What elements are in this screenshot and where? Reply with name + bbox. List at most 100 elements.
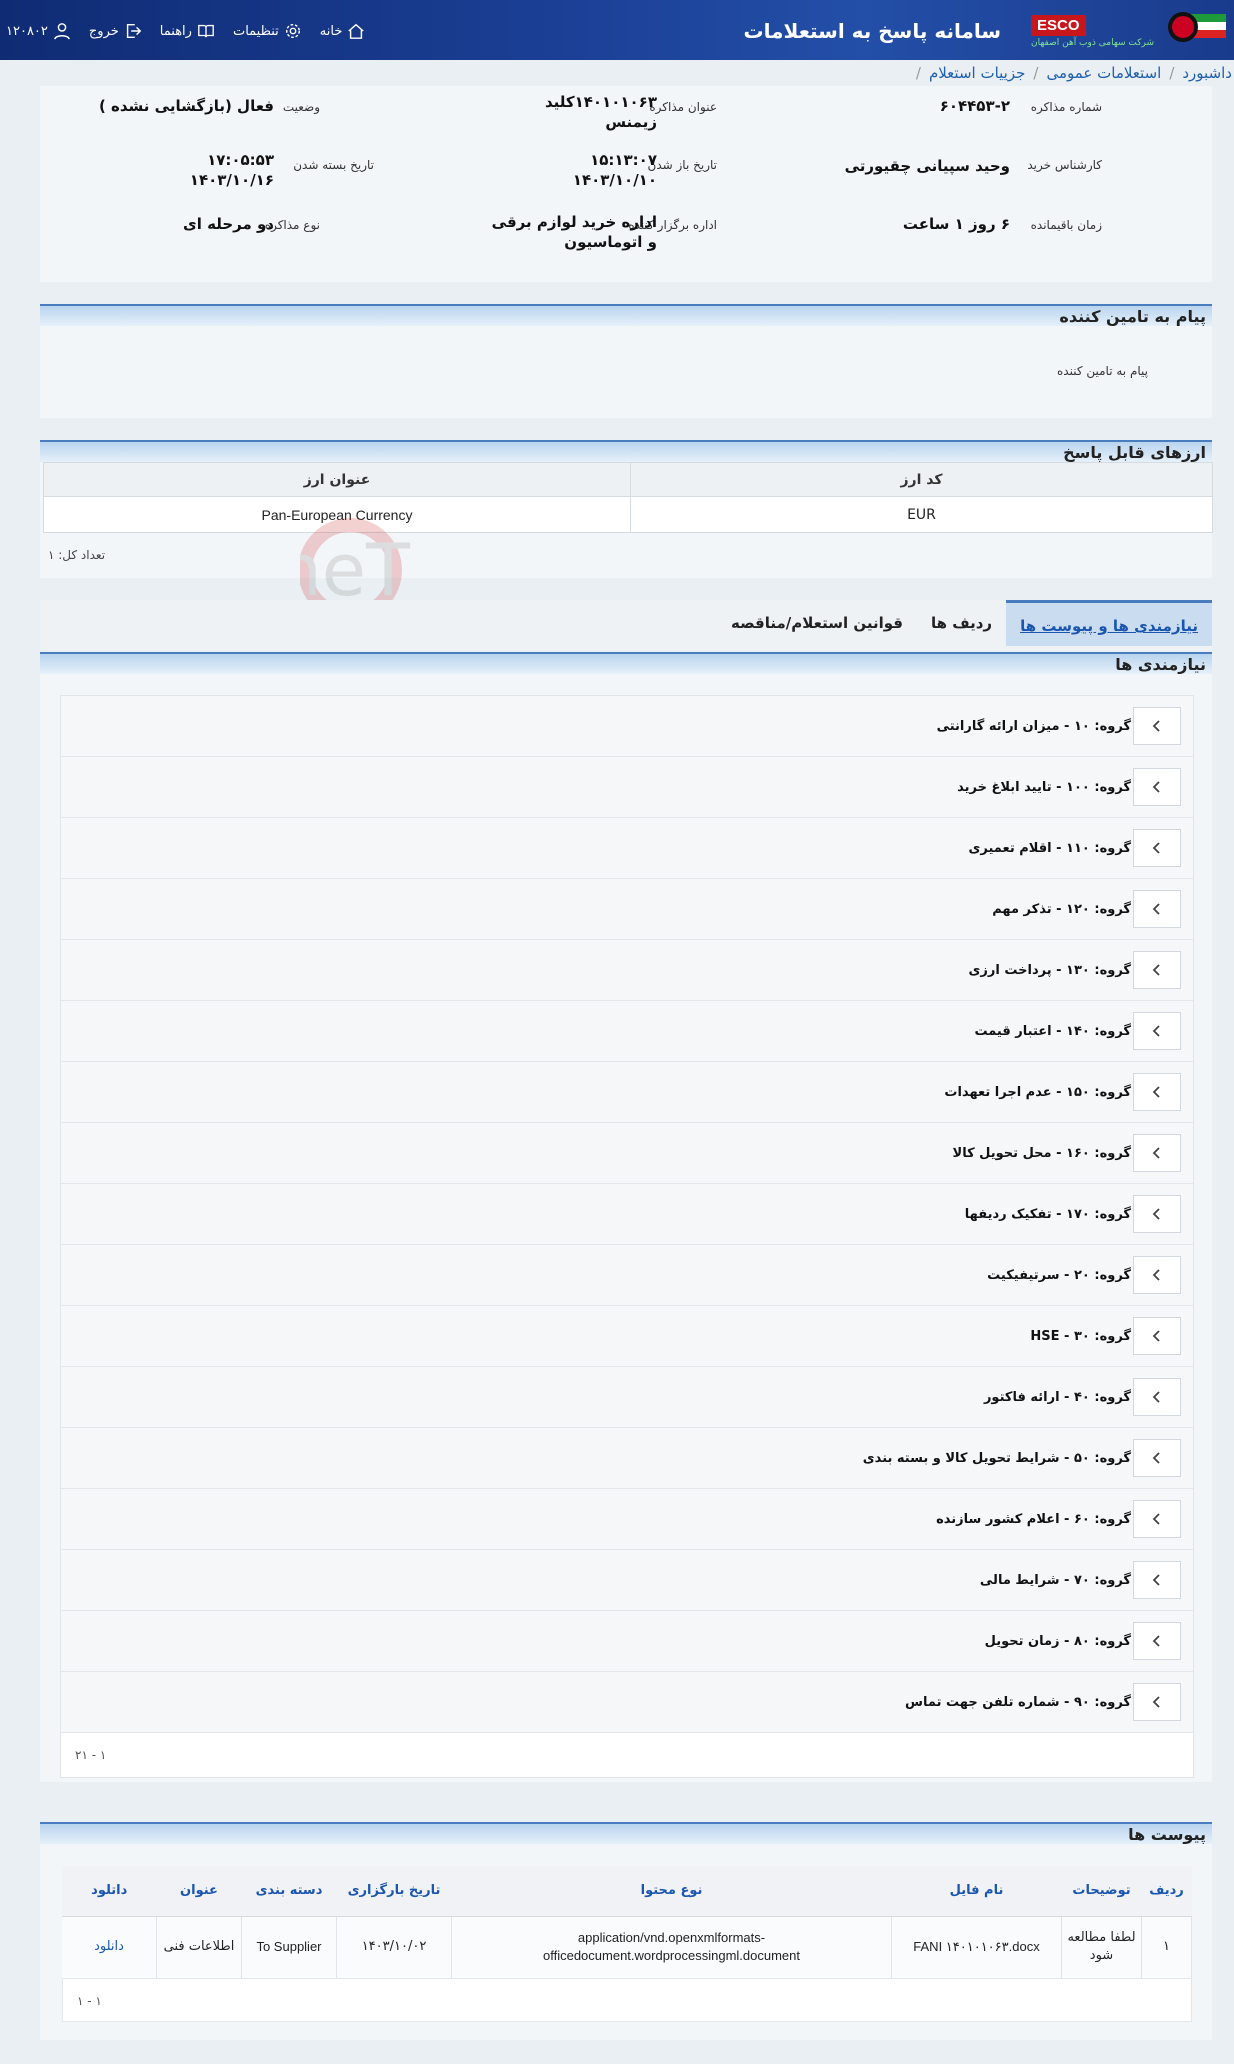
- list-item[interactable]: گروه: ۸۰ - زمان تحویل: [61, 1611, 1193, 1672]
- chevron-left-icon: [1152, 1330, 1160, 1342]
- expand-button[interactable]: [1133, 1439, 1181, 1477]
- column-header-content-type[interactable]: نوع محتوا: [451, 1866, 892, 1917]
- requirements-list: گروه: ۱۰ - میزان ارائه گارانتی گروه: ۱۰۰…: [60, 695, 1194, 1778]
- chevron-left-icon: [1152, 720, 1160, 732]
- breadcrumb-inquiry-details[interactable]: جزییات استعلام: [929, 64, 1025, 82]
- breadcrumb: داشبورد / استعلامات عمومی / جزییات استعل…: [0, 60, 1234, 86]
- list-item[interactable]: گروه: ۲۰ - سرتیفیکیت: [61, 1245, 1193, 1306]
- close-time-value: ۱۷:۰۵:۵۳: [207, 151, 274, 169]
- chevron-left-icon: [1152, 1025, 1160, 1037]
- expand-button[interactable]: [1133, 951, 1181, 989]
- expand-button[interactable]: [1133, 1500, 1181, 1538]
- tab-rules[interactable]: قوانین استعلام/مناقصه: [717, 600, 917, 646]
- group-label: گروه: ۱۳۰ - پرداخت ارزی: [968, 962, 1132, 978]
- expand-button[interactable]: [1133, 1195, 1181, 1233]
- open-date-value: ۱۴۰۳/۱۰/۱۰: [572, 171, 657, 189]
- negotiation-type-value: دو مرحله ای: [182, 215, 274, 233]
- expand-button[interactable]: [1133, 1683, 1181, 1721]
- expand-button[interactable]: [1133, 707, 1181, 745]
- table-row[interactable]: ۱ لطفا مطالعه شود FANI ۱۴۰۱۰۱۰۶۳.docx ap…: [62, 1916, 1192, 1978]
- logout-button[interactable]: خروج: [89, 22, 142, 40]
- breadcrumb-public-inquiries[interactable]: استعلامات عمومی: [1046, 64, 1161, 82]
- attachment-title-cell: اطلاعات فنی: [156, 1916, 242, 1978]
- negotiation-number-label: شماره مذاکره: [1030, 100, 1102, 114]
- status-label: وضعیت: [282, 100, 320, 114]
- group-label: گروه: ۷۰ - شرایط مالی: [979, 1572, 1131, 1588]
- column-header-download[interactable]: داتلود: [62, 1866, 157, 1917]
- attachment-description-cell: لطفا مطالعه شود: [1061, 1916, 1142, 1978]
- help-button[interactable]: راهنما: [160, 22, 215, 40]
- chevron-left-icon: [1152, 1696, 1160, 1708]
- group-label: گروه: ۱۶۰ - محل تحویل کالا: [952, 1145, 1131, 1161]
- download-link[interactable]: دانلود: [62, 1916, 157, 1978]
- chevron-left-icon: [1152, 1208, 1160, 1220]
- remaining-time-label: زمان باقیمانده: [1030, 218, 1102, 232]
- group-label: گروه: ۱۷۰ - تفکیک ردیفها: [964, 1206, 1131, 1222]
- column-header-code[interactable]: کد ارز: [630, 462, 1213, 497]
- tab-requirements-attachments[interactable]: نیازمندی ها و پیوست ها: [1006, 600, 1212, 646]
- list-item[interactable]: گروه: ۱۱۰ - اقلام تعمیری: [61, 818, 1193, 879]
- column-header-upload-date[interactable]: تاریخ بارگزاری: [336, 1866, 452, 1917]
- list-item[interactable]: گروه: ۵۰ - شرایط تحویل کالا و بسته بندی: [61, 1428, 1193, 1489]
- attachments-pager: ۱ - ۱: [62, 1978, 1192, 2022]
- brand-subtitle: شرکت سهامی ذوب آهن اصفهان: [1031, 37, 1154, 48]
- chevron-left-icon: [1152, 1452, 1160, 1464]
- group-label: گروه: ۱۰۰ - تایید ابلاغ خرید: [957, 779, 1131, 795]
- column-header-file-name[interactable]: نام فایل: [891, 1866, 1062, 1917]
- expand-button[interactable]: [1133, 1134, 1181, 1172]
- expand-button[interactable]: [1133, 890, 1181, 928]
- breadcrumb-separator: /: [915, 64, 921, 82]
- table-row[interactable]: EUR Pan-European Currency: [43, 496, 1213, 533]
- list-item[interactable]: گروه: ۱۶۰ - محل تحویل کالا: [61, 1123, 1193, 1184]
- expand-button[interactable]: [1133, 1317, 1181, 1355]
- expand-button[interactable]: [1133, 1073, 1181, 1111]
- breadcrumb-dashboard[interactable]: داشبورد: [1182, 64, 1232, 82]
- attachment-category-cell: To Supplier: [241, 1916, 337, 1978]
- list-item[interactable]: گروه: ۴۰ - ارائه فاکتور: [61, 1367, 1193, 1428]
- list-item[interactable]: گروه: ۹۰ - شماره تلفن جهت تماس: [61, 1672, 1193, 1733]
- brand-logo: ESCO: [1031, 14, 1086, 36]
- list-item[interactable]: گروه: ۱۵۰ - عدم اجرا تعهدات: [61, 1062, 1193, 1123]
- column-header-title[interactable]: عنوان ارز: [43, 462, 631, 497]
- list-item[interactable]: گروه: ۱۴۰ - اعتبار قیمت: [61, 1001, 1193, 1062]
- chevron-left-icon: [1152, 1391, 1160, 1403]
- expand-button[interactable]: [1133, 1561, 1181, 1599]
- negotiation-title-value: ۱۴۰۱۰۱۰۶۳کلید زیمنس: [544, 93, 657, 131]
- supplier-message-text: پیام به تامین کننده: [1057, 364, 1148, 378]
- column-header-title[interactable]: عنوان: [156, 1866, 242, 1917]
- list-item[interactable]: گروه: ۶۰ - اعلام کشور سازنده: [61, 1489, 1193, 1550]
- list-item[interactable]: گروه: ۱۰ - میزان ارائه گارانتی: [61, 696, 1193, 757]
- expand-button[interactable]: [1133, 768, 1181, 806]
- expand-button[interactable]: [1133, 1378, 1181, 1416]
- gear-icon: [285, 23, 300, 39]
- expand-button[interactable]: [1133, 1622, 1181, 1660]
- group-label: گروه: ۹۰ - شماره تلفن جهت تماس: [905, 1694, 1131, 1710]
- settings-button[interactable]: تنظیمات: [233, 22, 302, 40]
- user-id[interactable]: ۱۲۰۸۰۲: [6, 22, 71, 40]
- home-button[interactable]: خانه: [320, 22, 366, 40]
- buyer-value: وحید سپیانی چقیورتی: [844, 157, 1010, 175]
- list-item[interactable]: گروه: ۱۳۰ - پرداخت ارزی: [61, 940, 1193, 1001]
- expand-button[interactable]: [1133, 1012, 1181, 1050]
- currency-table: کد ارز عنوان ارز EUR Pan-European Curren…: [43, 462, 1213, 533]
- list-item[interactable]: گروه: ۳۰ - HSE: [61, 1306, 1193, 1367]
- group-label: گروه: ۴۰ - ارائه فاکتور: [983, 1389, 1131, 1405]
- column-header-category[interactable]: دسته بندی: [241, 1866, 337, 1917]
- group-label: گروه: ۳۰ - HSE: [1030, 1328, 1131, 1344]
- column-header-description[interactable]: توضیحات: [1061, 1866, 1142, 1917]
- supplier-message-heading: پیام به تامین کننده: [40, 304, 1212, 326]
- tabs: نیازمندی ها و پیوست ها ردیف ها قوانین اس…: [717, 600, 1212, 646]
- list-item[interactable]: گروه: ۱۰۰ - تایید ابلاغ خرید: [61, 757, 1193, 818]
- user-icon: [54, 23, 70, 40]
- column-header-index[interactable]: ردیف: [1141, 1866, 1192, 1917]
- list-item[interactable]: گروه: ۷۰ - شرایط مالی: [61, 1550, 1193, 1611]
- expand-button[interactable]: [1133, 829, 1181, 867]
- currency-table-header: کد ارز عنوان ارز: [43, 462, 1213, 497]
- list-item[interactable]: گروه: ۱۷۰ - تفکیک ردیفها: [61, 1184, 1193, 1245]
- expand-button[interactable]: [1133, 1256, 1181, 1294]
- list-item[interactable]: گروه: ۱۲۰ - تذکر مهم: [61, 879, 1193, 940]
- status-value: فعال (بازگشایی نشده ): [98, 97, 274, 115]
- group-label: گروه: ۱۱۰ - اقلام تعمیری: [968, 840, 1131, 856]
- home-icon: [348, 23, 365, 39]
- tab-rows[interactable]: ردیف ها: [917, 600, 1006, 646]
